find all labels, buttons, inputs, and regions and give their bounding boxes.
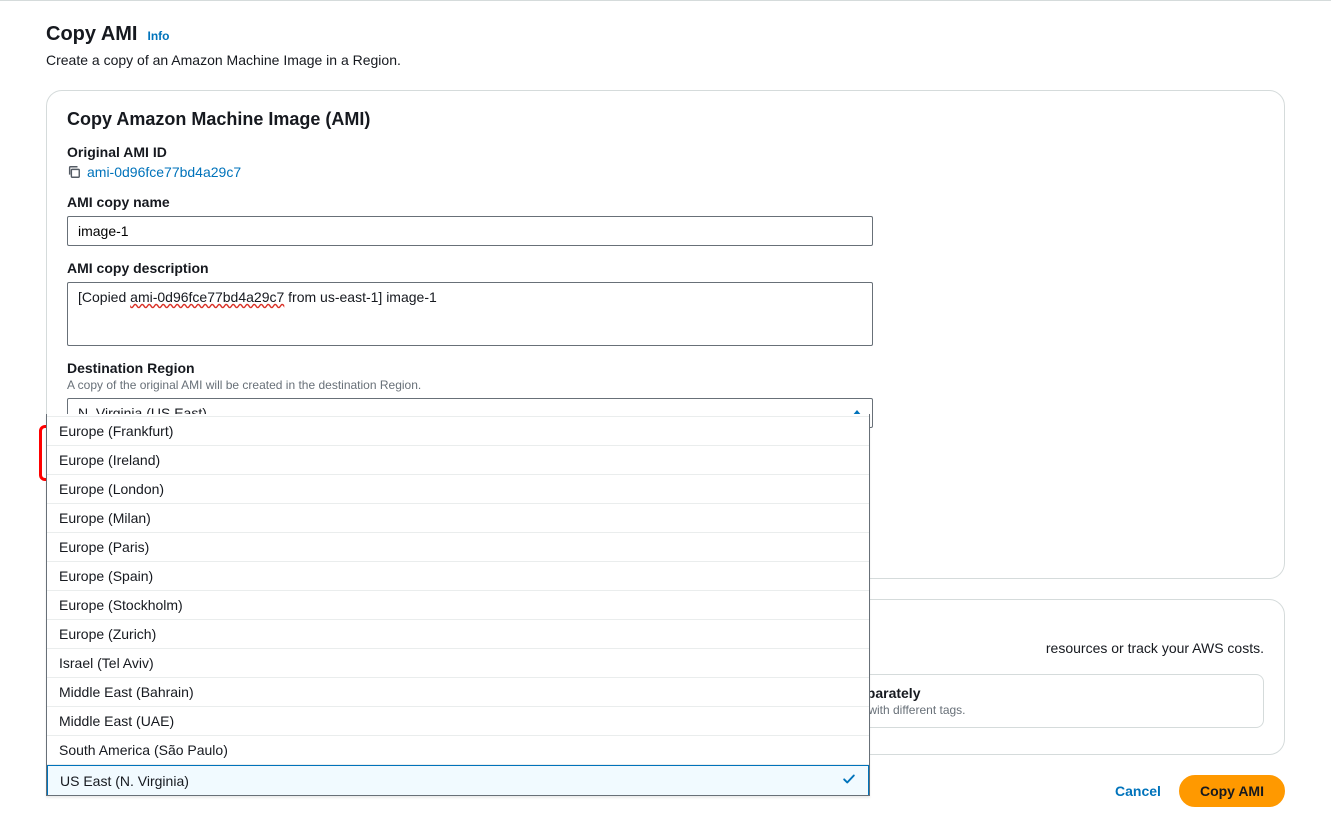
region-help: A copy of the original AMI will be creat… [67,378,1264,392]
region-option-label: Middle East (UAE) [59,713,174,729]
region-option[interactable]: Israel (Tel Aviv) [47,649,869,678]
region-label: Destination Region [67,360,1264,376]
region-option-label: Europe (Stockholm) [59,597,183,613]
region-option-label: Middle East (Bahrain) [59,684,194,700]
region-option[interactable]: South America (São Paulo) [47,736,869,765]
check-icon [842,772,856,789]
region-option[interactable]: Europe (Zurich) [47,620,869,649]
copy-ami-button[interactable]: Copy AMI [1179,775,1285,807]
region-option-label: Europe (Frankfurt) [59,423,173,439]
region-option-label: South America (São Paulo) [59,742,228,758]
region-option[interactable]: Europe (Ireland) [47,446,869,475]
tags-desc-fragment: resources or track your AWS costs. [1046,640,1264,656]
region-option-label: Europe (Ireland) [59,452,160,468]
tag-option-box[interactable]: eparately s with different tags. [844,674,1264,728]
region-option[interactable]: Europe (Paris) [47,533,869,562]
region-option-label: Europe (Paris) [59,539,149,555]
page-subtitle: Create a copy of an Amazon Machine Image… [46,52,1285,68]
region-option-label: Europe (Milan) [59,510,151,526]
region-option-label: US East (N. Virginia) [60,773,189,789]
region-option[interactable]: Middle East (UAE) [47,707,869,736]
ami-name-input[interactable] [67,216,873,246]
region-option[interactable]: Europe (Spain) [47,562,869,591]
region-option[interactable]: Middle East (Bahrain) [47,678,869,707]
ami-desc-label: AMI copy description [67,260,1264,276]
region-dropdown-list[interactable]: Canada (Central)Europe (Frankfurt)Europe… [47,414,869,796]
original-ami-label: Original AMI ID [67,144,1264,160]
copy-icon[interactable] [67,165,81,179]
region-option[interactable]: Europe (London) [47,475,869,504]
panel-title: Copy Amazon Machine Image (AMI) [67,109,1264,130]
region-option-label: Europe (Zurich) [59,626,156,642]
region-option[interactable]: Europe (Frankfurt) [47,417,869,446]
ami-name-label: AMI copy name [67,194,1264,210]
region-option-label: Israel (Tel Aviv) [59,655,154,671]
region-option-label: Europe (London) [59,481,164,497]
tag-option-help-fragment: s with different tags. [859,703,1249,717]
region-dropdown: Canada (Central)Europe (Frankfurt)Europe… [46,414,870,796]
cancel-button[interactable]: Cancel [1111,775,1165,807]
ami-desc-textarea[interactable]: [Copied ami-0d96fce77bd4a29c7 from us-ea… [67,282,873,346]
original-ami-link[interactable]: ami-0d96fce77bd4a29c7 [87,164,241,180]
region-option[interactable]: Europe (Milan) [47,504,869,533]
region-option[interactable]: Europe (Stockholm) [47,591,869,620]
region-option[interactable]: US East (N. Virginia) [47,765,869,796]
info-link[interactable]: Info [147,29,169,43]
page-title: Copy AMI [46,23,137,46]
region-option-label: Europe (Spain) [59,568,153,584]
tag-option-title-fragment: eparately [859,685,1249,701]
